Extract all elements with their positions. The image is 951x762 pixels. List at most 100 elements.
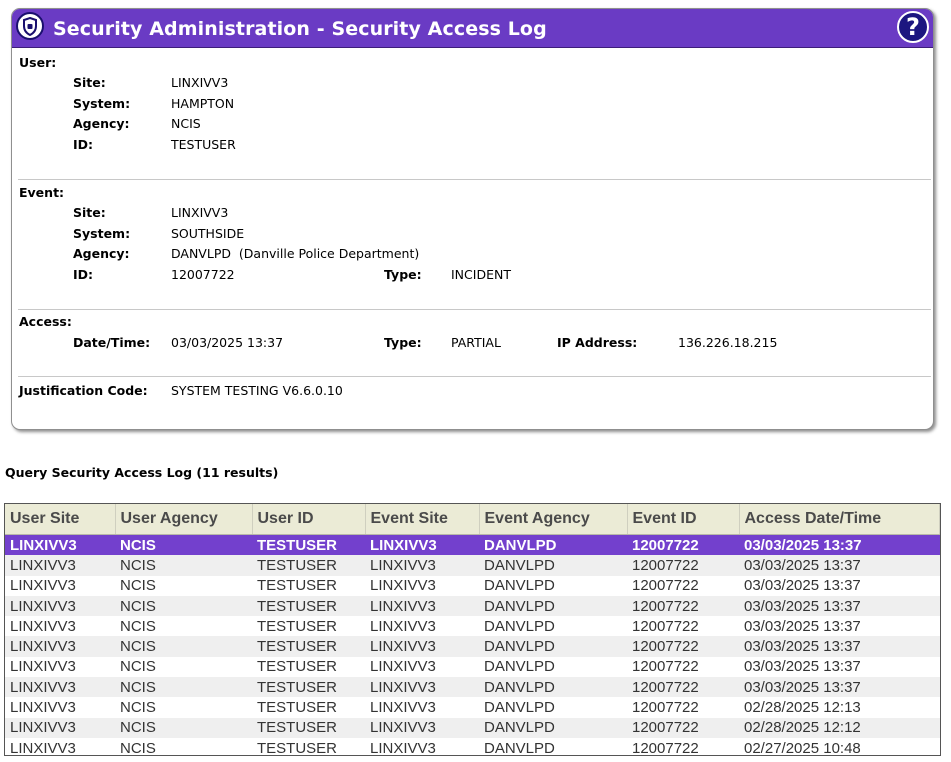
table-cell: 12007722	[627, 717, 739, 738]
table-cell: LINXIVV3	[5, 555, 115, 576]
column-header[interactable]: Event Agency	[479, 504, 628, 535]
access-datetime-label: Date/Time:	[73, 335, 151, 350]
access-section-label: Access:	[19, 314, 72, 329]
user-system-label: System:	[73, 96, 131, 111]
table-cell: 12007722	[627, 677, 739, 698]
justification-label: Justification Code:	[19, 383, 148, 398]
access-log-table: User Site User Agency User ID Event Site Eve…	[5, 504, 940, 756]
table-row[interactable]: LINXIVV3 NCIS TESTUSER LINXIVV3 DANVLPD 12007…	[5, 636, 940, 657]
table-row[interactable]: LINXIVV3 NCIS TESTUSER LINXIVV3 DANVLPD 12007…	[5, 576, 940, 596]
column-header[interactable]: User Site	[5, 504, 116, 535]
table-cell: 12007722	[627, 595, 739, 617]
event-type-label: Type:	[384, 267, 422, 282]
table-row[interactable]: LINXIVV3 NCIS TESTUSER LINXIVV3 DANVLPD 12007…	[5, 677, 940, 698]
table-cell: 02/28/2025 12:12	[739, 717, 940, 738]
column-header[interactable]: Event Site	[365, 504, 480, 535]
table-cell: LINXIVV3	[5, 636, 115, 657]
table-cell: LINXIVV3	[5, 534, 115, 556]
query-results-title: Query Security Access Log (11 results)	[5, 465, 279, 480]
table-row[interactable]: LINXIVV3 NCIS TESTUSER LINXIVV3 DANVLPD 12007…	[5, 657, 940, 677]
divider	[18, 309, 931, 310]
table-cell: LINXIVV3	[365, 677, 479, 698]
user-site-value: LINXIVV3	[171, 75, 229, 90]
event-id-label: ID:	[73, 267, 94, 282]
access-datetime-value: 03/03/2025 13:37	[171, 335, 284, 350]
table-cell: 03/03/2025 13:37	[744, 577, 861, 595]
column-header[interactable]: Event ID	[627, 504, 740, 535]
ip-address-label: IP Address:	[557, 335, 638, 350]
table-cell: 12007722	[627, 534, 739, 556]
table-cell: TESTUSER	[257, 739, 338, 756]
table-header-row: User Site User Agency User ID Event Site Eve…	[5, 504, 940, 535]
column-header[interactable]: User Agency	[115, 504, 253, 535]
table-row[interactable]: LINXIVV3 NCIS TESTUSER LINXIVV3 DANVLPD 12007…	[5, 738, 940, 756]
table-cell: 12007722	[632, 577, 699, 595]
table-cell: DANVLPD	[484, 658, 555, 676]
user-agency-value: NCIS	[171, 116, 201, 131]
table-cell: LINXIVV3	[365, 717, 479, 738]
table-cell: NCIS	[115, 534, 252, 556]
table-cell: DANVLPD	[484, 577, 555, 595]
table-cell: DANVLPD	[479, 595, 627, 617]
table-cell: TESTUSER	[252, 595, 365, 617]
help-icon[interactable]: ?	[897, 11, 929, 43]
table-cell: 03/03/2025 13:37	[739, 534, 940, 556]
table-cell: TESTUSER	[257, 699, 338, 717]
event-site-value: LINXIVV3	[171, 205, 229, 220]
table-cell: 12007722	[627, 555, 739, 576]
table-row[interactable]: LINXIVV3 NCIS TESTUSER LINXIVV3 DANVLPD 12007…	[5, 534, 940, 556]
table-cell: TESTUSER	[257, 577, 338, 595]
table-cell: DANVLPD	[484, 617, 555, 635]
table-cell: TESTUSER	[252, 555, 365, 576]
table-cell: LINXIVV3	[5, 717, 115, 738]
event-system-value: SOUTHSIDE	[171, 226, 245, 241]
event-section-label: Event:	[19, 185, 65, 200]
access-type-value: PARTIAL	[451, 335, 501, 350]
column-header[interactable]: User ID	[252, 504, 366, 535]
table-cell: LINXIVV3	[365, 595, 479, 617]
table-cell: 03/03/2025 13:37	[739, 595, 940, 617]
table-cell: LINXIVV3	[5, 595, 115, 617]
table-cell: 12007722	[632, 617, 699, 635]
table-cell: LINXIVV3	[370, 739, 436, 756]
table-cell: NCIS	[120, 739, 156, 756]
table-cell: NCIS	[120, 617, 156, 635]
table-cell: DANVLPD	[484, 739, 555, 756]
table-cell: 02/28/2025 12:13	[744, 699, 861, 717]
table-cell: 03/03/2025 13:37	[744, 617, 861, 635]
table-row[interactable]: LINXIVV3 NCIS TESTUSER LINXIVV3 DANVLPD 12007…	[5, 555, 940, 576]
column-header[interactable]: Access Date/Time	[739, 504, 940, 535]
table-cell: LINXIVV3	[10, 739, 76, 756]
event-agency-value: DANVLPD (Danville Police Department)	[171, 246, 420, 261]
table-cell: NCIS	[115, 636, 252, 657]
table-cell: LINXIVV3	[370, 577, 436, 595]
user-site-label: Site:	[73, 75, 106, 90]
user-system-value: HAMPTON	[171, 96, 235, 111]
event-site-label: Site:	[73, 205, 106, 220]
user-section-label: User:	[19, 55, 57, 70]
table-cell: TESTUSER	[252, 677, 365, 698]
justification-value: SYSTEM TESTING V6.6.0.10	[171, 383, 343, 398]
table-row[interactable]: LINXIVV3 NCIS TESTUSER LINXIVV3 DANVLPD 12007…	[5, 595, 940, 617]
table-row[interactable]: LINXIVV3 NCIS TESTUSER LINXIVV3 DANVLPD 12007…	[5, 616, 940, 636]
table-cell: 12007722	[632, 658, 699, 676]
table-cell: 03/03/2025 13:37	[739, 636, 940, 657]
table-cell: LINXIVV3	[365, 534, 479, 556]
table-cell: TESTUSER	[252, 534, 365, 556]
access-log-grid: User Site User Agency User ID Event Site Eve…	[4, 503, 941, 756]
table-cell: DANVLPD	[484, 699, 555, 717]
table-cell: 03/03/2025 13:37	[739, 555, 940, 576]
table-cell: TESTUSER	[257, 658, 338, 676]
table-cell: NCIS	[115, 595, 252, 617]
table-row[interactable]: LINXIVV3 NCIS TESTUSER LINXIVV3 DANVLPD 12007…	[5, 717, 940, 738]
event-type-value: INCIDENT	[451, 267, 511, 282]
detail-panel: Security Administration - Security Acces…	[11, 8, 934, 430]
event-system-label: System:	[73, 226, 131, 241]
table-cell: NCIS	[120, 658, 156, 676]
table-cell: DANVLPD	[479, 636, 627, 657]
table-cell: LINXIVV3	[370, 617, 436, 635]
table-cell: 12007722	[632, 699, 699, 717]
divider	[18, 376, 931, 377]
table-row[interactable]: LINXIVV3 NCIS TESTUSER LINXIVV3 DANVLPD 12007…	[5, 697, 940, 717]
table-cell: LINXIVV3	[370, 699, 436, 717]
